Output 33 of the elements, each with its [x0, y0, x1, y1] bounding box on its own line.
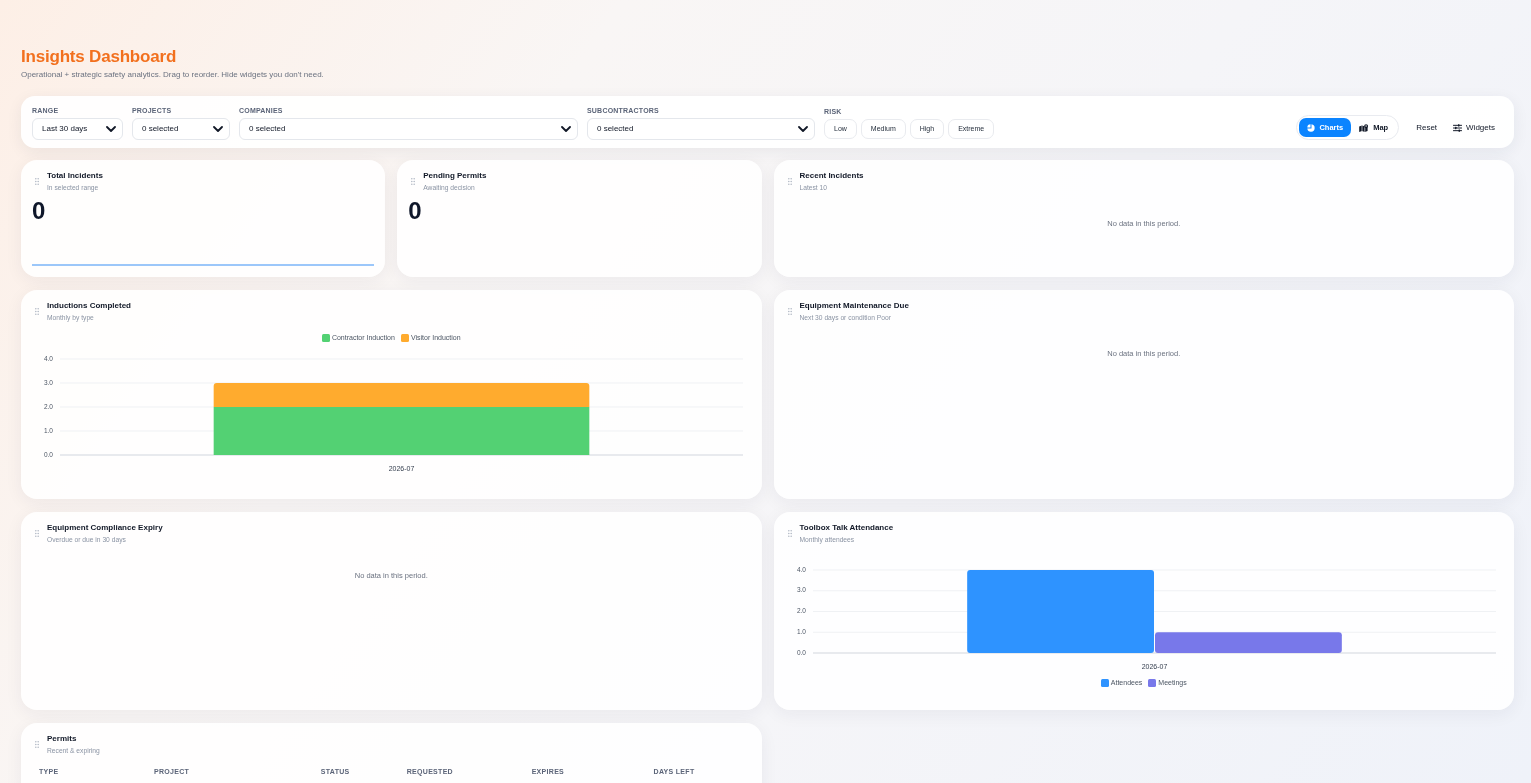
- widget-title: Equipment Maintenance Due: [799, 301, 909, 311]
- drag-handle-icon[interactable]: [787, 308, 792, 315]
- widget-title: Permits: [47, 734, 78, 744]
- drag-handle-icon[interactable]: [787, 530, 792, 537]
- widget-title: Inductions Completed: [47, 301, 131, 311]
- drag-handle-icon[interactable]: [35, 178, 39, 185]
- page-title: Insights Dashboard: [21, 46, 178, 68]
- filter-dropdown[interactable]: 0 selected: [132, 118, 230, 140]
- widget-title: Pending Permits: [423, 171, 487, 181]
- filter-dropdown[interactable]: 0 selected: [587, 118, 815, 140]
- page-subtitle: Operational + strategic safety analytics. Drag to reorder. Hide widgets you don't need.: [21, 69, 325, 81]
- chevron-down-icon: [561, 126, 571, 132]
- map-icon: [1359, 123, 1370, 132]
- sliders-icon: [1453, 123, 1463, 132]
- widget-title: Equipment Compliance Expiry: [47, 523, 163, 533]
- drag-handle-icon[interactable]: [787, 178, 792, 185]
- drag-handle-icon[interactable]: [35, 308, 39, 315]
- pie-chart-icon: [1307, 123, 1316, 132]
- filter-dropdown[interactable]: 0 selected: [239, 118, 578, 140]
- drag-handle-icon[interactable]: [35, 741, 39, 748]
- toolbar-button[interactable]: Reset: [1408, 116, 1446, 139]
- drag-handle-icon[interactable]: [35, 530, 39, 537]
- toolbar-button[interactable]: Widgets: [1445, 116, 1503, 139]
- widget-title: Recent Incidents: [799, 171, 864, 181]
- stat-value: 0: [32, 198, 46, 224]
- chevron-down-icon: [106, 126, 116, 132]
- stat-value: 0: [408, 198, 422, 224]
- drag-handle-icon[interactable]: [411, 178, 416, 185]
- chevron-down-icon: [213, 126, 223, 132]
- widget-title: Toolbox Talk Attendance: [799, 523, 894, 533]
- widget-title: Total Incidents: [47, 171, 103, 181]
- filter-dropdown[interactable]: Last 30 days: [32, 118, 123, 140]
- chevron-down-icon: [798, 126, 808, 132]
